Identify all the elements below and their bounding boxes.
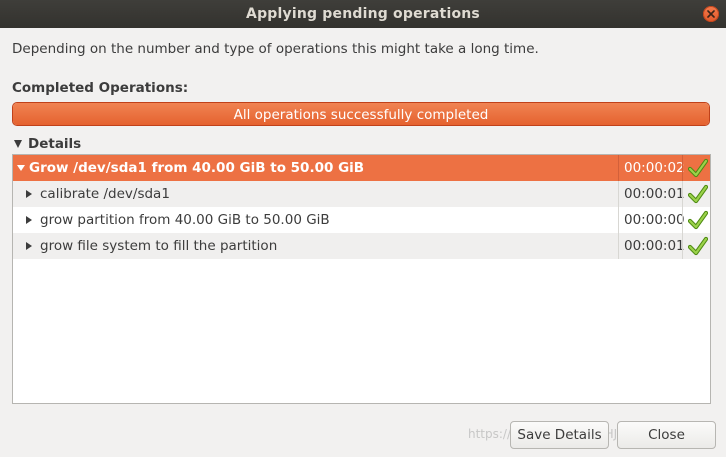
description-text: Depending on the number and type of oper… xyxy=(12,41,539,57)
checkmark-icon xyxy=(688,236,708,256)
operation-status xyxy=(682,207,710,233)
dialog-window: Applying pending operations Depending on… xyxy=(0,0,726,457)
save-details-button[interactable]: Save Details xyxy=(510,421,609,449)
checkmark-icon xyxy=(688,210,708,230)
operation-time: 00:00:01 xyxy=(618,233,685,259)
operation-label: grow file system to fill the partition xyxy=(40,238,278,254)
checkmark-icon xyxy=(688,184,708,204)
operation-row[interactable]: grow partition from 40.00 GiB to 50.00 G… xyxy=(13,207,710,233)
operation-time: 00:00:00 xyxy=(618,207,685,233)
operation-row[interactable]: grow file system to fill the partition 0… xyxy=(13,233,710,259)
details-expander[interactable]: Details xyxy=(14,136,81,152)
completed-operations-label: Completed Operations: xyxy=(12,80,189,96)
title-bar[interactable]: Applying pending operations xyxy=(0,0,726,28)
expander-right-icon[interactable] xyxy=(26,242,32,250)
close-button[interactable]: Close xyxy=(617,421,716,449)
close-icon xyxy=(707,10,715,18)
operation-time: 00:00:02 xyxy=(618,155,685,181)
expander-right-icon[interactable] xyxy=(26,190,32,198)
expander-down-icon[interactable] xyxy=(17,165,25,171)
window-close-button[interactable] xyxy=(703,6,719,22)
operation-time: 00:00:01 xyxy=(618,181,685,207)
operation-row[interactable]: Grow /dev/sda1 from 40.00 GiB to 50.00 G… xyxy=(13,155,710,181)
checkmark-icon xyxy=(688,158,708,178)
operation-row[interactable]: calibrate /dev/sda1 00:00:01 xyxy=(13,181,710,207)
window-title: Applying pending operations xyxy=(246,6,480,22)
expander-down-icon xyxy=(14,140,22,148)
expander-right-icon[interactable] xyxy=(26,216,32,224)
operation-label: Grow /dev/sda1 from 40.00 GiB to 50.00 G… xyxy=(29,160,365,176)
operation-label: grow partition from 40.00 GiB to 50.00 G… xyxy=(40,212,330,228)
operations-tree[interactable]: Grow /dev/sda1 from 40.00 GiB to 50.00 G… xyxy=(12,154,711,404)
operation-label: calibrate /dev/sda1 xyxy=(40,186,170,202)
operation-status xyxy=(682,155,710,181)
details-label: Details xyxy=(28,136,82,152)
progress-text: All operations successfully completed xyxy=(233,107,489,123)
operation-status xyxy=(682,181,710,207)
progress-bar: All operations successfully completed xyxy=(12,102,710,126)
operation-status xyxy=(682,233,710,259)
